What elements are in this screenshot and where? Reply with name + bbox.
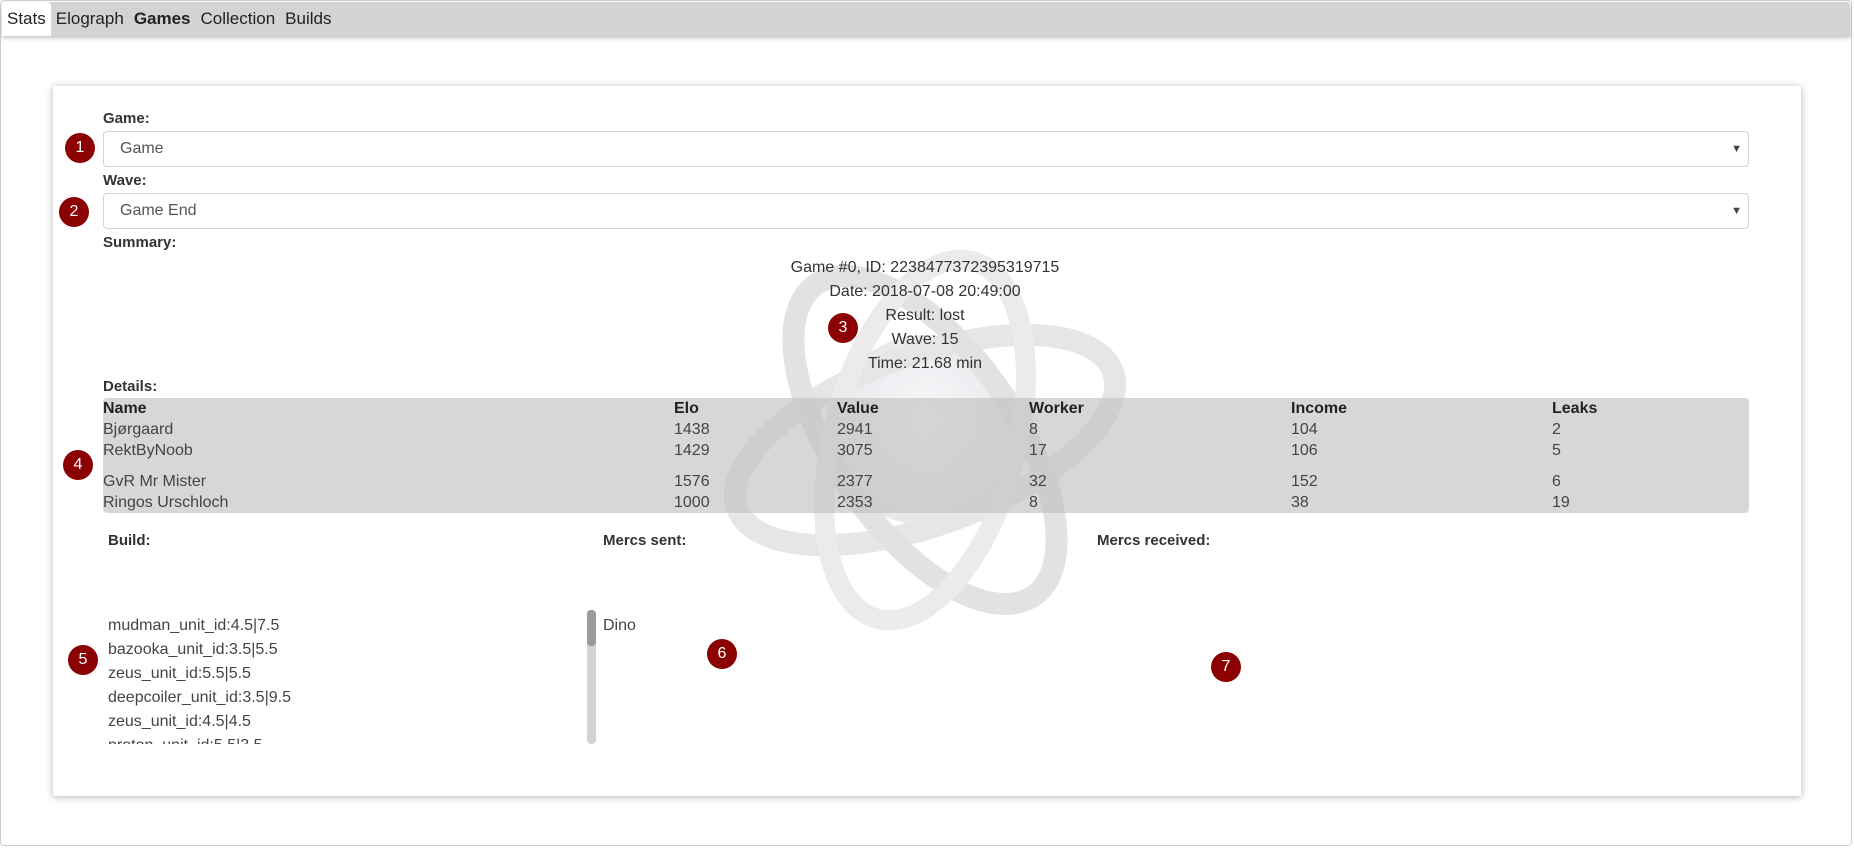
player-name: RektByNoob (103, 442, 193, 459)
summary-result: Result: lost (885, 307, 965, 324)
marker-badge-3: 3 (828, 313, 858, 343)
top-navbar: Stats Elograph Games Collection Builds (2, 2, 1850, 36)
details-label: Details: (103, 378, 158, 395)
game-summary: Game #0, ID: 2238477372395319715 Date: 2… (760, 256, 1090, 376)
player-value: 3075 (837, 442, 873, 459)
list-item: bazooka_unit_id:3.5|5.5 (108, 641, 278, 658)
player-worker: 8 (1029, 421, 1038, 438)
summary-wave: Wave: 15 (891, 331, 959, 348)
wave-select-value: Game End (120, 202, 197, 219)
player-worker: 8 (1029, 494, 1038, 511)
summary-game-id: Game #0, ID: 2238477372395319715 (790, 259, 1060, 276)
column-header-name: Name (103, 400, 147, 417)
list-item: zeus_unit_id:5.5|5.5 (108, 665, 251, 682)
player-elo: 1429 (674, 442, 710, 459)
marker-badge-5: 5 (68, 645, 98, 675)
details-table: Name Elo Value Worker Income Leaks Bjørg… (103, 398, 1749, 513)
list-item: mudman_unit_id:4.5|7.5 (108, 617, 280, 634)
column-header-leaks: Leaks (1552, 400, 1598, 417)
list-item: zeus_unit_id:4.5|4.5 (108, 713, 251, 730)
marker-badge-4: 4 (63, 450, 93, 480)
player-leaks: 2 (1552, 421, 1561, 438)
mercs-sent-label: Mercs sent: (603, 532, 687, 549)
player-leaks: 19 (1552, 494, 1570, 511)
player-income: 152 (1291, 473, 1318, 490)
tab-stats[interactable]: Stats (2, 2, 51, 36)
column-header-elo: Elo (674, 400, 699, 417)
player-name: GvR Mr Mister (103, 473, 207, 490)
player-elo: 1438 (674, 421, 710, 438)
column-header-value: Value (837, 400, 879, 417)
tab-builds[interactable]: Builds (280, 2, 336, 36)
tab-games[interactable]: Games (129, 2, 196, 36)
build-label: Build: (108, 532, 151, 549)
player-name: Ringos Urschloch (103, 494, 229, 511)
game-label: Game: (103, 110, 150, 127)
player-value: 2353 (837, 494, 873, 511)
player-value: 2941 (837, 421, 873, 438)
chevron-down-icon: ▼ (1731, 205, 1742, 217)
mercs-received-label: Mercs received: (1097, 532, 1211, 549)
tab-collection[interactable]: Collection (196, 2, 281, 36)
player-worker: 32 (1029, 473, 1047, 490)
player-value: 2377 (837, 473, 873, 490)
build-list[interactable]: mudman_unit_id:4.5|7.5 bazooka_unit_id:3… (108, 614, 578, 744)
wave-select[interactable]: Game End ▼ (103, 193, 1749, 229)
wave-label: Wave: (103, 172, 147, 189)
build-list-scrollbar[interactable] (587, 610, 596, 744)
table-row: GvR Mr Mister 1576 2377 32 152 6 (103, 472, 1749, 492)
list-item: deepcoiler_unit_id:3.5|9.5 (108, 689, 291, 706)
scrollbar-thumb[interactable] (587, 610, 596, 646)
marker-badge-2: 2 (59, 197, 89, 227)
player-income: 104 (1291, 421, 1318, 438)
column-header-income: Income (1291, 400, 1348, 417)
player-elo: 1000 (674, 494, 710, 511)
list-item: proton_unit_id:5.5|3.5 (108, 734, 578, 744)
player-worker: 17 (1029, 442, 1047, 459)
player-elo: 1576 (674, 473, 710, 490)
player-income: 106 (1291, 442, 1318, 459)
player-income: 38 (1291, 494, 1309, 511)
column-header-worker: Worker (1029, 400, 1084, 417)
game-select[interactable]: Game ▼ (103, 131, 1749, 167)
player-leaks: 5 (1552, 442, 1561, 459)
marker-badge-7: 7 (1211, 652, 1241, 682)
summary-time: Time: 21.68 min (867, 355, 983, 372)
chevron-down-icon: ▼ (1731, 143, 1742, 155)
game-select-value: Game (120, 140, 164, 157)
tab-elograph[interactable]: Elograph (51, 2, 129, 36)
player-name: Bjørgaard (103, 421, 174, 438)
table-row: RektByNoob 1429 3075 17 106 5 (103, 441, 1749, 461)
mercs-sent-item: Dino (603, 617, 636, 634)
table-row: Bjørgaard 1438 2941 8 104 2 (103, 420, 1749, 440)
summary-date: Date: 2018-07-08 20:49:00 (829, 283, 1021, 300)
player-leaks: 6 (1552, 473, 1561, 490)
table-header-row: Name Elo Value Worker Income Leaks (103, 399, 1749, 419)
summary-label: Summary: (103, 234, 177, 251)
marker-badge-1: 1 (65, 133, 95, 163)
table-row: Ringos Urschloch 1000 2353 8 38 19 (103, 493, 1749, 513)
marker-badge-6: 6 (707, 639, 737, 669)
